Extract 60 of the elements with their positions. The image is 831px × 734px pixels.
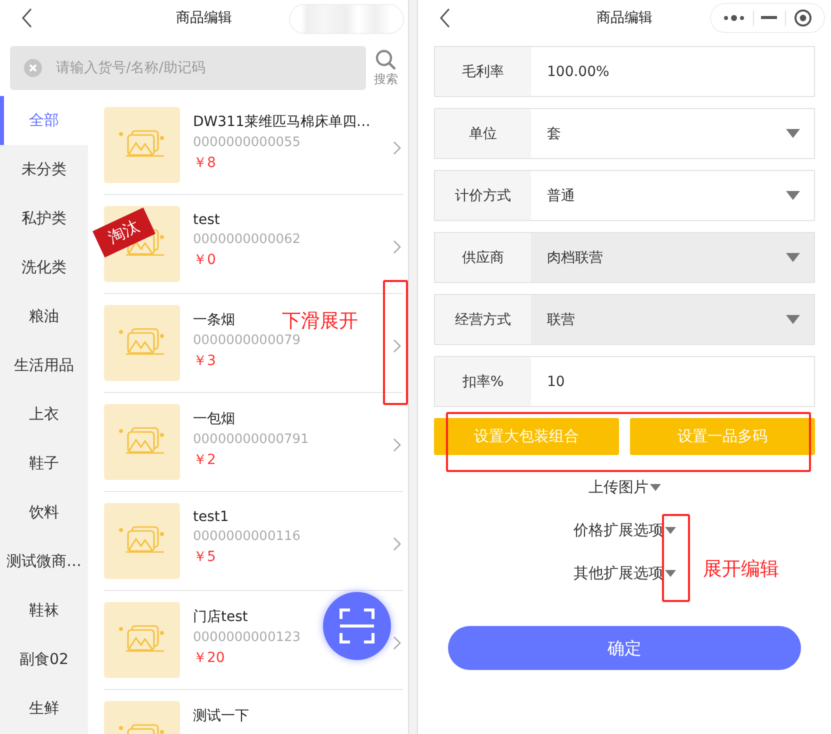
- chevron-right-icon[interactable]: [393, 438, 401, 452]
- chevron-right-icon[interactable]: [393, 636, 401, 650]
- expand-toggle[interactable]: 价格扩展选项: [574, 518, 676, 543]
- page-title: 商品编辑: [596, 9, 652, 27]
- product-price: ￥0: [193, 251, 216, 269]
- product-name: test1: [193, 509, 229, 525]
- chevron-right-icon[interactable]: [393, 140, 401, 154]
- dropdown-icon: [664, 570, 676, 577]
- product-name: 测试一下: [193, 707, 249, 725]
- product-price: ￥5: [193, 548, 216, 566]
- product-name: 一条烟: [193, 311, 235, 329]
- product-code: 0000000000116: [193, 529, 301, 544]
- back-icon[interactable]: [439, 8, 451, 28]
- chevron-right-icon[interactable]: [393, 536, 401, 550]
- dropdown-icon: [650, 484, 660, 491]
- product-code: 0000000000123: [193, 630, 301, 645]
- category-item[interactable]: 上衣: [0, 390, 88, 439]
- product-price: ￥2: [193, 451, 216, 469]
- minimize-icon[interactable]: [761, 16, 778, 20]
- menu-capsule[interactable]: [710, 3, 825, 33]
- product-code: 0000000000079: [193, 333, 301, 348]
- category-item[interactable]: 鞋子: [0, 439, 88, 488]
- search-field[interactable]: 请输入货号/名称/助记码: [10, 46, 366, 90]
- annotation-text: 下滑展开: [282, 309, 358, 334]
- product-price: ￥20: [193, 649, 225, 667]
- category-item[interactable]: 副食02: [0, 635, 88, 684]
- category-item[interactable]: 私护类: [0, 194, 88, 243]
- product-name: DW311莱维匹马棉床单四…: [193, 113, 370, 131]
- target-icon[interactable]: [794, 9, 812, 27]
- product-code: 00000000000791: [193, 432, 309, 447]
- category-item[interactable]: 鞋袜: [0, 586, 88, 635]
- product-code: 0000000000062: [193, 232, 301, 247]
- product-price: ￥3: [193, 352, 216, 370]
- category-item[interactable]: 饮料: [0, 488, 88, 537]
- back-icon[interactable]: [21, 8, 33, 28]
- page-title: 商品编辑: [176, 9, 232, 27]
- dropdown-icon: [664, 527, 676, 534]
- product-name: test: [193, 212, 220, 228]
- more-icon[interactable]: [722, 14, 745, 22]
- chevron-right-icon[interactable]: [393, 338, 401, 352]
- chevron-right-icon[interactable]: [393, 240, 401, 254]
- product-code: 0000000000055: [193, 135, 301, 150]
- scan-button[interactable]: [323, 592, 391, 660]
- expand-toggle[interactable]: 上传图片: [588, 475, 660, 500]
- category-item[interactable]: 全部: [0, 96, 88, 145]
- category-item[interactable]: 洗化类: [0, 243, 88, 292]
- category-item[interactable]: 测试微商…: [0, 537, 88, 586]
- product-name: 门店test: [193, 608, 248, 626]
- product-name: 一包烟: [193, 410, 235, 428]
- search-button[interactable]: 搜索: [374, 48, 398, 88]
- category-item[interactable]: 未分类: [0, 145, 88, 194]
- clear-icon[interactable]: [24, 59, 42, 77]
- confirm-button[interactable]: 确定: [448, 626, 801, 670]
- product-price: ￥8: [193, 154, 216, 172]
- category-item[interactable]: 生鲜: [0, 684, 88, 733]
- category-item[interactable]: 生活用品: [0, 341, 88, 390]
- expand-toggle[interactable]: 其他扩展选项: [574, 561, 676, 586]
- category-item[interactable]: 粮油: [0, 292, 88, 341]
- annotation-text: 展开编辑: [703, 557, 779, 582]
- scan-icon: [337, 606, 377, 646]
